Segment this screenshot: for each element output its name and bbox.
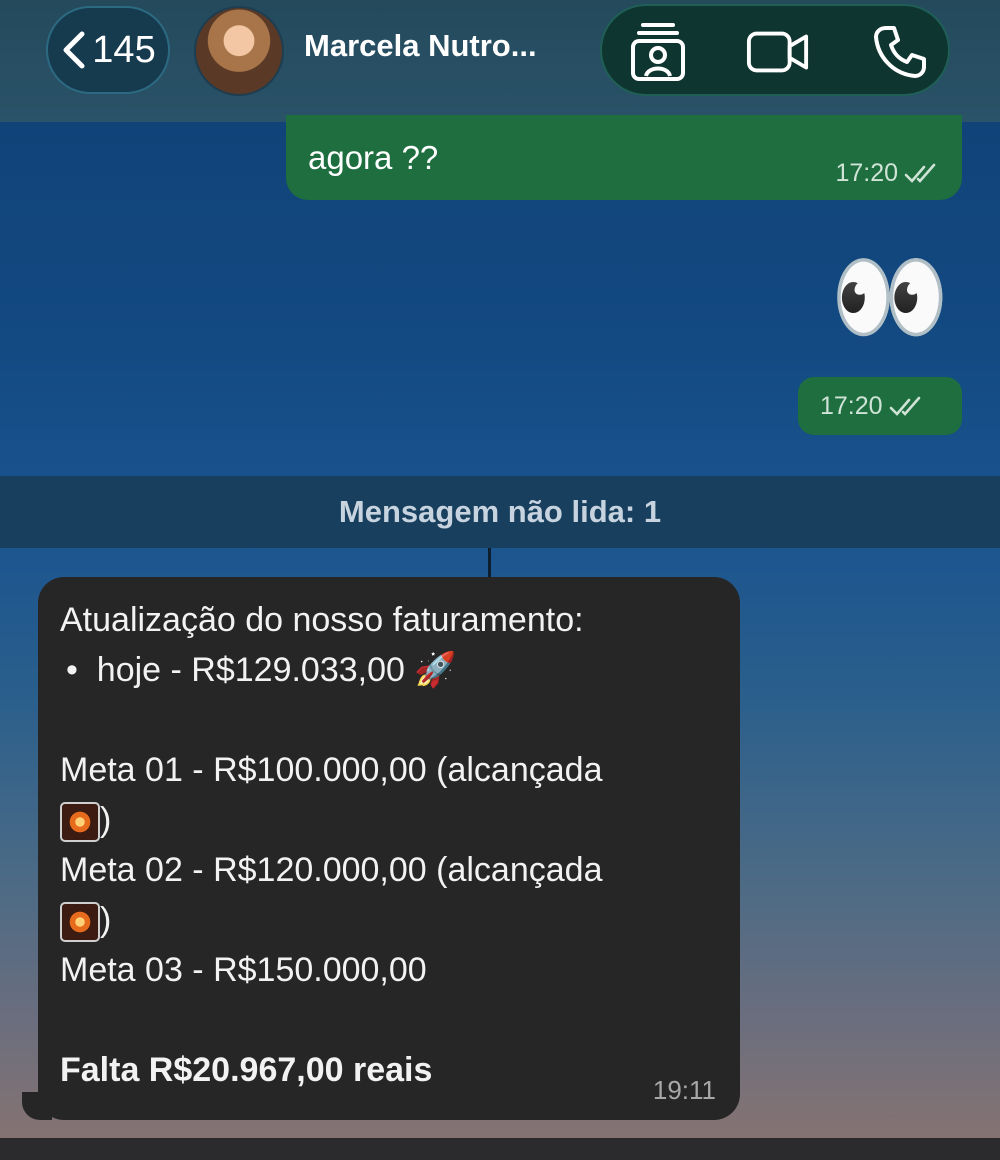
contact-card-icon <box>631 23 685 81</box>
divider <box>488 548 491 578</box>
fireworks-icon <box>60 902 100 943</box>
message-time: 19:11 <box>652 1075 716 1105</box>
unread-count: 145 <box>92 28 156 71</box>
video-camera-icon <box>746 31 809 73</box>
input-bar-edge <box>0 1138 1000 1160</box>
back-button[interactable]: 145 <box>46 6 170 94</box>
phone-icon <box>874 26 926 78</box>
unread-banner-text: Mensagem não lida: 1 <box>338 494 662 529</box>
outgoing-message-time: 17:20 <box>798 377 962 435</box>
voice-call-button[interactable] <box>868 20 932 84</box>
double-check-icon <box>889 396 920 416</box>
chevron-left-icon <box>63 31 85 69</box>
message-title: Atualização do nosso faturamento: <box>60 601 584 639</box>
meta-02: Meta 02 - R$120.000,00 (alcançada <box>60 851 603 889</box>
message-meta: 17:20 <box>835 159 940 188</box>
meta-01-end: ) <box>60 795 716 845</box>
fireworks-icon <box>60 802 100 843</box>
bullet-dot: • <box>66 651 97 689</box>
video-call-button[interactable] <box>746 20 810 84</box>
meta-01: Meta 01 - R$100.000,00 (alcançada <box>60 751 603 789</box>
bullet-text: hoje - R$129.033,00 <box>96 651 405 689</box>
avatar[interactable] <box>194 6 284 96</box>
emoji-message[interactable]: 👀 <box>815 238 965 358</box>
unread-banner: Mensagem não lida: 1 <box>0 476 1000 548</box>
falta-text: Falta R$20.967,00 reais <box>60 1051 433 1089</box>
contact-name[interactable]: Marcela Nutro... <box>304 28 537 64</box>
call-actions <box>600 4 950 96</box>
outgoing-message[interactable]: agora ?? 17:20 <box>286 115 962 200</box>
contact-card-button[interactable] <box>626 20 690 84</box>
double-check-icon <box>904 163 936 183</box>
message-time: 17:20 <box>820 392 883 420</box>
bullet-item: • hoje - R$129.033,00 🚀 <box>60 645 716 695</box>
close-paren: ) <box>100 901 112 939</box>
meta-02-end: ) <box>60 895 716 945</box>
chat-header: 145 Marcela Nutro... <box>0 0 1000 122</box>
meta-03: Meta 03 - R$150.000,00 <box>60 951 427 989</box>
eyes-emoji: 👀 <box>830 244 950 351</box>
message-text: agora ?? <box>308 139 439 176</box>
message-time: 17:20 <box>835 159 898 187</box>
incoming-message[interactable]: Atualização do nosso faturamento: • hoje… <box>38 577 740 1120</box>
close-paren: ) <box>100 801 112 839</box>
rocket-emoji: 🚀 <box>414 651 457 689</box>
